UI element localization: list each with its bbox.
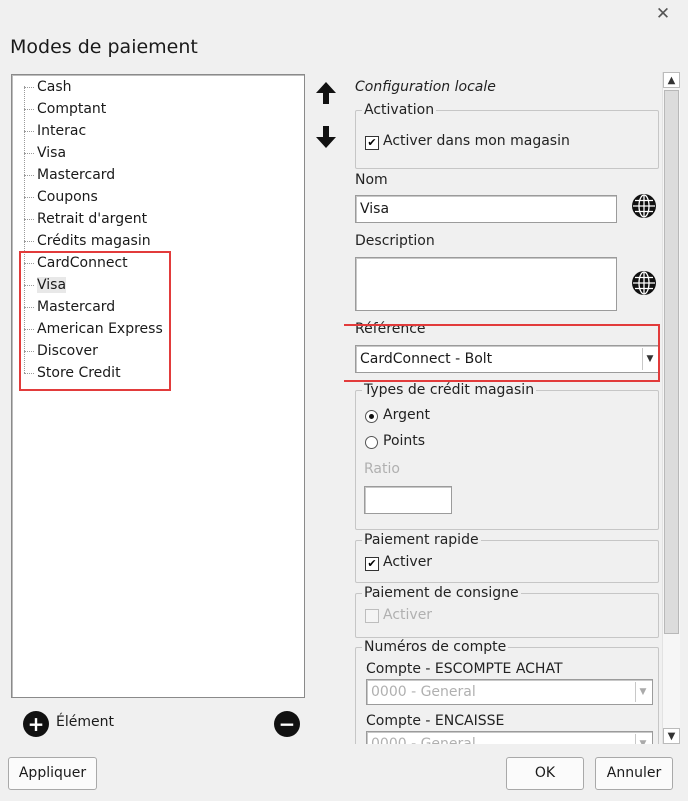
- ratio-label: Ratio: [364, 461, 400, 477]
- radio-points-label[interactable]: Points: [383, 433, 425, 449]
- tree-item[interactable]: Mastercard: [22, 165, 115, 186]
- name-input[interactable]: Visa: [355, 195, 617, 223]
- activation-checkbox[interactable]: ✔: [365, 136, 379, 150]
- description-input[interactable]: [355, 257, 617, 311]
- radio-points[interactable]: [365, 436, 378, 449]
- config-scrollbar[interactable]: ▲ ▼: [662, 72, 680, 744]
- tree-item[interactable]: Crédits magasin: [22, 231, 151, 252]
- tree-item[interactable]: Cash: [22, 77, 72, 98]
- activation-group-title: Activation: [362, 102, 437, 118]
- cancel-button[interactable]: Annuler: [595, 757, 673, 790]
- add-element-label[interactable]: Élément: [56, 714, 114, 730]
- accounts-group-title: Numéros de compte: [362, 639, 509, 655]
- account-select[interactable]: 0000 - General ▼: [366, 679, 653, 705]
- radio-argent[interactable]: [365, 410, 378, 423]
- config-section-title: Configuration locale: [355, 79, 496, 95]
- deposit-payment-checkbox[interactable]: [365, 609, 379, 623]
- scroll-down-icon[interactable]: ▼: [663, 728, 680, 744]
- deposit-payment-group-title: Paiement de consigne: [362, 585, 521, 601]
- move-down-icon[interactable]: [314, 124, 338, 150]
- description-label: Description: [355, 233, 435, 249]
- account-row-label: Compte - ESCOMPTE ACHAT: [366, 661, 563, 677]
- tree-item[interactable]: Coupons: [22, 187, 98, 208]
- close-button[interactable]: ✕: [652, 4, 674, 24]
- remove-element-icon[interactable]: −: [274, 711, 300, 737]
- highlight-box: [19, 251, 171, 391]
- add-element-icon[interactable]: +: [23, 711, 49, 737]
- account-row-label: Compte - ENCAISSE: [366, 713, 505, 729]
- globe-icon[interactable]: [631, 193, 657, 219]
- activation-checkbox-label[interactable]: Activer dans mon magasin: [383, 133, 570, 149]
- tree-item[interactable]: Retrait d'argent: [22, 209, 147, 230]
- config-panel: Configuration locale Activation ✔ Active…: [344, 72, 662, 744]
- account-select-value: 0000 - General: [371, 684, 476, 700]
- ok-button[interactable]: OK: [506, 757, 584, 790]
- tree-item[interactable]: Visa: [22, 143, 66, 164]
- account-select[interactable]: 0000 - General ▼: [366, 731, 653, 744]
- scroll-up-icon[interactable]: ▲: [663, 72, 680, 88]
- close-icon: ✕: [655, 4, 671, 24]
- name-label: Nom: [355, 172, 388, 188]
- deposit-payment-checkbox-label[interactable]: Activer: [383, 607, 432, 623]
- radio-argent-label[interactable]: Argent: [383, 407, 430, 423]
- apply-button[interactable]: Appliquer: [8, 757, 97, 790]
- credit-types-group-title: Types de crédit magasin: [362, 382, 537, 398]
- chevron-down-icon[interactable]: ▼: [635, 734, 650, 744]
- quick-payment-checkbox[interactable]: ✔: [365, 557, 379, 571]
- tree-item[interactable]: Comptant: [22, 99, 106, 120]
- tree-item[interactable]: Interac: [22, 121, 86, 142]
- ratio-input[interactable]: [364, 486, 452, 514]
- chevron-down-icon[interactable]: ▼: [635, 682, 650, 702]
- dialog-title: Modes de paiement: [10, 36, 198, 58]
- scrollbar-thumb[interactable]: [664, 90, 679, 634]
- account-select-value: 0000 - General: [371, 736, 476, 744]
- move-up-icon[interactable]: [314, 80, 338, 106]
- quick-payment-group-title: Paiement rapide: [362, 532, 481, 548]
- globe-icon[interactable]: [631, 270, 657, 296]
- highlight-box: [344, 324, 660, 382]
- quick-payment-checkbox-label[interactable]: Activer: [383, 554, 432, 570]
